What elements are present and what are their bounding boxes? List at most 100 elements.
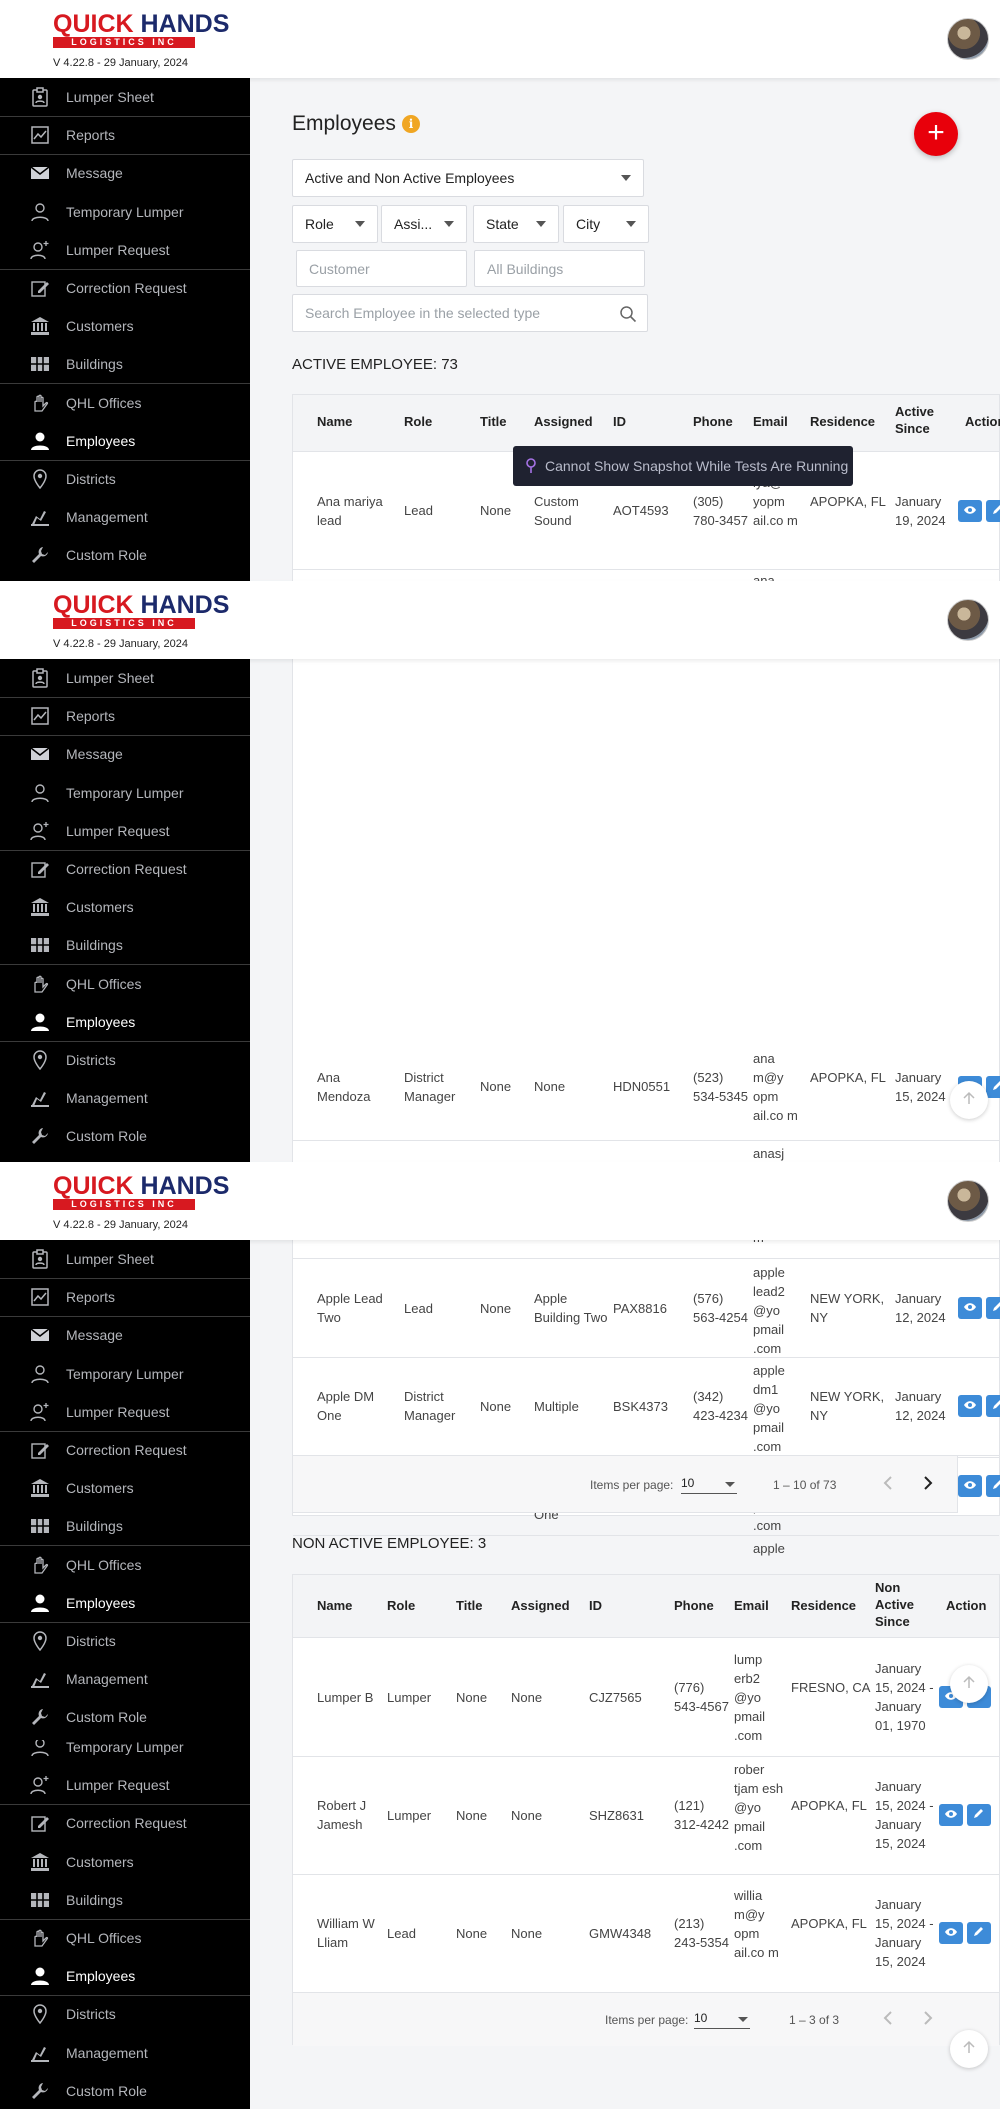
- avatar[interactable]: [947, 1180, 989, 1222]
- sidebar-item-lumper-sheet[interactable]: Lumper Sheet: [0, 78, 250, 116]
- scroll-to-top-button[interactable]: [950, 2030, 988, 2068]
- view-button[interactable]: [958, 1474, 982, 1497]
- col-header-residence[interactable]: Residence: [791, 1597, 871, 1614]
- sidebar-item-lumper-sheet[interactable]: Lumper Sheet: [0, 1240, 250, 1278]
- customer-input[interactable]: Customer: [296, 250, 467, 287]
- edit-button[interactable]: [986, 1474, 1000, 1497]
- col-header-id[interactable]: ID: [613, 413, 691, 430]
- sidebar-item-districts[interactable]: Districts: [0, 460, 250, 498]
- col-header-action[interactable]: Action: [946, 1597, 996, 1614]
- sidebar-item-districts[interactable]: Districts: [0, 1041, 250, 1079]
- items-per-page-select[interactable]: 10: [694, 2011, 750, 2029]
- sidebar-item-temporary-lumper[interactable]: Temporary Lumper: [0, 1355, 250, 1393]
- sidebar-item-employees[interactable]: Employees: [0, 1003, 250, 1041]
- chevron-right-icon[interactable]: [923, 2011, 933, 2028]
- avatar[interactable]: [947, 599, 989, 641]
- sidebar-item-buildings[interactable]: Buildings: [0, 345, 250, 383]
- sidebar-item-employees[interactable]: Employees: [0, 1957, 250, 1995]
- sidebar-item-management[interactable]: Management: [0, 1660, 250, 1698]
- view-button[interactable]: [939, 1804, 963, 1826]
- sidebar-item-districts[interactable]: Districts: [0, 1995, 250, 2033]
- sidebar-item-qhl-offices[interactable]: QHL Offices: [0, 1546, 250, 1584]
- sidebar-item-message[interactable]: Message: [0, 735, 250, 773]
- col-header-action[interactable]: Action: [965, 413, 1000, 430]
- sidebar-item-customers[interactable]: Customers: [0, 1843, 250, 1881]
- view-button[interactable]: [958, 499, 982, 522]
- sidebar-item-custom-role[interactable]: Custom Role: [0, 536, 250, 574]
- sidebar-item-temporary-lumper[interactable]: Temporary Lumper: [0, 774, 250, 812]
- view-button[interactable]: [958, 1395, 982, 1417]
- col-header-role[interactable]: Role: [387, 1597, 453, 1614]
- view-button[interactable]: [939, 1922, 963, 1944]
- sidebar-item-lumper-request[interactable]: Lumper Request: [0, 1766, 250, 1804]
- col-header-assigned[interactable]: Assigned: [534, 413, 608, 430]
- sidebar-item-custom-role[interactable]: Custom Role: [0, 2072, 250, 2109]
- sidebar-item-buildings[interactable]: Buildings: [0, 926, 250, 964]
- chevron-right-icon[interactable]: [923, 1476, 933, 1493]
- sidebar-item-management[interactable]: Management: [0, 1079, 250, 1117]
- search-icon[interactable]: [619, 305, 637, 326]
- sidebar-item-districts[interactable]: Districts: [0, 1622, 250, 1660]
- buildings-input[interactable]: All Buildings: [474, 250, 645, 287]
- role-select[interactable]: Role: [292, 205, 378, 243]
- brand-logo[interactable]: QUICK HANDS LOGISTICS INC: [53, 593, 229, 629]
- avatar[interactable]: [947, 18, 989, 60]
- sidebar-item-management[interactable]: Management: [0, 2034, 250, 2072]
- col-header-role[interactable]: Role: [404, 413, 476, 430]
- edit-button[interactable]: [986, 1297, 1000, 1319]
- col-header-residence[interactable]: Residence: [810, 413, 890, 430]
- edit-button[interactable]: [986, 1075, 1000, 1098]
- sidebar-item-message[interactable]: Message: [0, 154, 250, 192]
- sidebar-item-reports[interactable]: Reports: [0, 116, 250, 154]
- sidebar-item-employees[interactable]: Employees: [0, 422, 250, 460]
- scroll-to-top-button[interactable]: [950, 1081, 988, 1119]
- sidebar-item-qhl-offices[interactable]: QHL Offices: [0, 384, 250, 422]
- sidebar-item-custom-role[interactable]: Custom Role: [0, 1698, 250, 1736]
- sidebar-item-management[interactable]: Management: [0, 498, 250, 536]
- sidebar-item-message[interactable]: Message: [0, 1316, 250, 1354]
- scroll-to-top-button[interactable]: [950, 1665, 988, 1703]
- edit-button[interactable]: [986, 499, 1000, 522]
- view-button[interactable]: [958, 1297, 982, 1319]
- assigned-select[interactable]: Assi...: [381, 205, 467, 243]
- sidebar-item-buildings[interactable]: Buildings: [0, 1507, 250, 1545]
- col-header-phone[interactable]: Phone: [674, 1597, 729, 1614]
- sidebar-item-reports[interactable]: Reports: [0, 697, 250, 735]
- sidebar-item-qhl-offices[interactable]: QHL Offices: [0, 965, 250, 1003]
- col-header-since[interactable]: Active Since: [895, 403, 955, 437]
- col-header-phone[interactable]: Phone: [693, 413, 748, 430]
- sidebar-item-correction-request[interactable]: Correction Request: [0, 1431, 250, 1469]
- brand-logo[interactable]: QUICK HANDS LOGISTICS INC: [53, 12, 229, 48]
- edit-button[interactable]: [967, 1804, 991, 1826]
- col-header-since[interactable]: Non Active Since: [875, 1579, 941, 1630]
- search-input[interactable]: Search Employee in the selected type: [292, 294, 648, 332]
- brand-logo[interactable]: QUICK HANDS LOGISTICS INC: [53, 1174, 229, 1210]
- sidebar-item-lumper-sheet[interactable]: Lumper Sheet: [0, 659, 250, 697]
- sidebar-item-correction-request[interactable]: Correction Request: [0, 269, 250, 307]
- sidebar-item-custom-role[interactable]: Custom Role: [0, 1117, 250, 1155]
- add-employee-button[interactable]: +: [914, 112, 958, 156]
- status-select[interactable]: Active and Non Active Employees: [292, 159, 644, 197]
- edit-button[interactable]: [986, 1395, 1000, 1417]
- col-header-name[interactable]: Name: [317, 413, 397, 430]
- sidebar-item-lumper-request[interactable]: Lumper Request: [0, 1393, 250, 1431]
- sidebar-item-reports[interactable]: Reports: [0, 1278, 250, 1316]
- edit-button[interactable]: [967, 1922, 991, 1944]
- sidebar-item-customers[interactable]: Customers: [0, 307, 250, 345]
- sidebar-item-buildings[interactable]: Buildings: [0, 1881, 250, 1919]
- col-header-name[interactable]: Name: [317, 1597, 379, 1614]
- sidebar-item-lumper-request[interactable]: Lumper Request: [0, 231, 250, 269]
- col-header-email[interactable]: Email: [753, 413, 803, 430]
- sidebar-item-lumper-request[interactable]: Lumper Request: [0, 812, 250, 850]
- sidebar-item-customers[interactable]: Customers: [0, 1469, 250, 1507]
- col-header-email[interactable]: Email: [734, 1597, 784, 1614]
- sidebar-item-customers[interactable]: Customers: [0, 888, 250, 926]
- city-select[interactable]: City: [563, 205, 649, 243]
- sidebar-item-temporary-lumper[interactable]: Temporary Lumper: [0, 1740, 250, 1766]
- chevron-left-icon[interactable]: [883, 2011, 893, 2028]
- sidebar-item-correction-request[interactable]: Correction Request: [0, 1804, 250, 1842]
- sidebar-item-qhl-offices[interactable]: QHL Offices: [0, 1919, 250, 1957]
- info-icon[interactable]: i: [402, 115, 420, 133]
- col-header-id[interactable]: ID: [589, 1597, 669, 1614]
- sidebar-item-temporary-lumper[interactable]: Temporary Lumper: [0, 193, 250, 231]
